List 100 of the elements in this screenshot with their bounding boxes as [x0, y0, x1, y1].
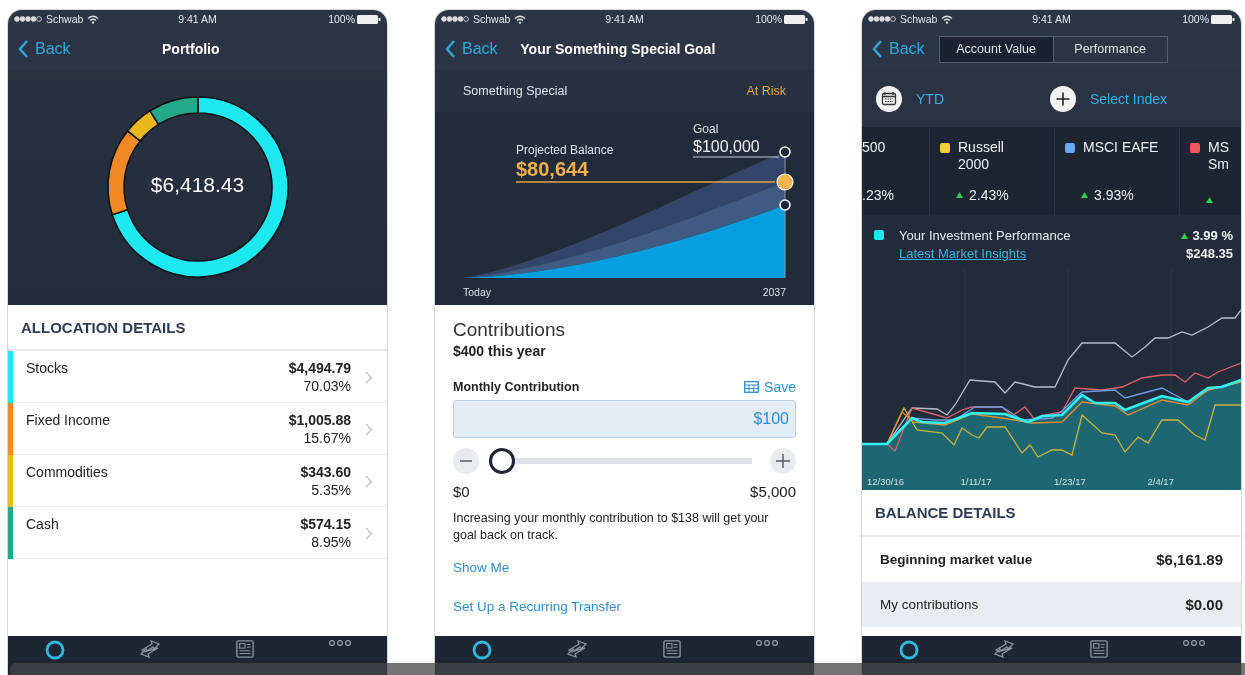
plus-icon: [776, 454, 790, 468]
back-button[interactable]: Back: [445, 40, 498, 58]
battery-percent: 100%: [328, 13, 355, 25]
period-button[interactable]: YTD: [876, 85, 1050, 112]
calendar-icon: [876, 85, 902, 112]
section-heading: ALLOCATION DETAILS: [21, 318, 186, 336]
date-axis-label: 2/4/17: [1147, 476, 1175, 487]
balance-value: $0.00: [1185, 596, 1223, 613]
save-button[interactable]: Save: [744, 379, 796, 395]
screen-title: Your Something Special Goal: [520, 41, 716, 57]
signal-icon: [868, 16, 896, 22]
category-amount: $574.15: [300, 515, 351, 533]
allocation-row[interactable]: Commodities $343.60 5.35%: [8, 455, 387, 507]
index-change: 2.43%: [969, 187, 1009, 203]
field-label: Monthly Contribution: [453, 380, 580, 394]
chevron-left-icon: [445, 40, 456, 58]
battery-percent: 100%: [755, 13, 782, 25]
advice-message: Increasing your monthly contribution to $138 will get your goal back on track.: [453, 510, 770, 544]
category-name: Cash: [25, 515, 60, 532]
slider-min-label: $0: [453, 483, 470, 500]
segment-tab[interactable]: Account Value: [939, 36, 1053, 62]
carrier-name: Schwab: [46, 13, 84, 25]
axis-label: 2037: [762, 286, 786, 298]
projected-balance-label: Projected Balance: [516, 143, 614, 157]
more-dots-icon[interactable]: [755, 640, 778, 646]
calendar-icon: [744, 381, 760, 393]
category-name: Fixed Income: [25, 411, 112, 428]
category-percent: 8.95%: [311, 533, 351, 551]
projected-balance-amount: $80,644: [516, 158, 589, 181]
balance-label: My contributions: [880, 597, 979, 612]
section-heading: BALANCE DETAILS: [875, 504, 1016, 521]
axis-label: Today: [463, 286, 492, 298]
back-label: Back: [889, 40, 925, 58]
ring-icon[interactable]: [899, 640, 920, 660]
text-link[interactable]: Set Up a Recurring Transfer: [453, 599, 622, 614]
back-button[interactable]: Back: [872, 40, 925, 58]
chevron-left-icon: [872, 40, 883, 58]
slider-max-label: $5,000: [750, 483, 796, 500]
status-time: 9:41 AM: [1032, 13, 1071, 25]
goal-label: Goal: [693, 122, 719, 136]
date-axis-label: 1/23/17: [1054, 476, 1087, 487]
allocation-row[interactable]: Stocks $4,494.79 70.03%: [8, 351, 387, 403]
category-percent: 15.67%: [303, 429, 351, 447]
back-label: Back: [462, 40, 498, 58]
index-name: MSCI EAFE: [1083, 139, 1159, 156]
battery-icon: [1211, 14, 1235, 24]
text-link[interactable]: Show Me: [453, 560, 510, 575]
balance-label: Beginning market value: [880, 552, 1033, 567]
goal-amount: $100,000: [693, 138, 760, 156]
screen-title: Portfolio: [162, 41, 220, 57]
goal-status: At Risk: [746, 84, 786, 98]
category-amount: $343.60: [300, 463, 351, 481]
ring-icon[interactable]: [45, 640, 66, 660]
status-time: 9:41 AM: [605, 13, 644, 25]
insights-link[interactable]: Latest Market Insights: [899, 245, 1027, 263]
index-name: Russell 2000: [958, 139, 1004, 173]
ring-icon[interactable]: [472, 640, 493, 660]
increase-button[interactable]: [770, 448, 796, 474]
slider-thumb[interactable]: [489, 448, 516, 474]
performance-change: 3.99 %: [1192, 227, 1233, 245]
category-name: Commodities: [25, 463, 109, 480]
battery-icon: [357, 14, 381, 24]
chevron-left-icon: [18, 40, 29, 58]
select-index-button[interactable]: Select Index: [1050, 85, 1224, 112]
newspaper-icon[interactable]: [1089, 640, 1108, 658]
decrease-button[interactable]: [453, 448, 479, 474]
wifi-icon: [87, 14, 100, 24]
more-dots-icon[interactable]: [1182, 640, 1205, 646]
date-axis-label: 1/11/17: [960, 476, 993, 487]
category-amount: $4,494.79: [288, 359, 351, 377]
newspaper-icon[interactable]: [662, 640, 681, 658]
carrier-name: Schwab: [900, 13, 938, 25]
contributions-heading: Contributions: [453, 319, 566, 341]
chevron-right-icon: [365, 527, 373, 540]
performance-amount: $248.35: [1186, 245, 1233, 263]
contribution-input[interactable]: $100: [453, 400, 796, 438]
status-time: 9:41 AM: [178, 13, 217, 25]
index-change: .23%: [862, 187, 894, 203]
chevron-right-icon: [365, 371, 373, 384]
chevron-right-icon: [365, 423, 373, 436]
more-dots-icon[interactable]: [328, 640, 351, 646]
swap-arrows-icon[interactable]: [565, 640, 590, 658]
back-button[interactable]: Back: [18, 40, 71, 58]
index-name: MS Sm: [1208, 139, 1229, 173]
allocation-row[interactable]: Cash $574.15 8.95%: [8, 507, 387, 559]
newspaper-icon[interactable]: [235, 640, 254, 658]
index-change: 3.93%: [1094, 187, 1134, 203]
battery-percent: 100%: [1182, 13, 1209, 25]
signal-icon: [441, 16, 469, 22]
goal-name: Something Special: [463, 84, 568, 98]
wifi-icon: [941, 14, 954, 24]
performance-title: Your Investment Performance: [899, 227, 1072, 245]
allocation-row[interactable]: Fixed Income $1,005.88 15.67%: [8, 403, 387, 455]
date-axis-label: 12/30/16: [867, 476, 905, 487]
battery-icon: [784, 14, 808, 24]
category-percent: 70.03%: [303, 377, 351, 395]
swap-arrows-icon[interactable]: [138, 640, 163, 658]
back-label: Back: [35, 40, 71, 58]
contributions-total: $400 this year: [453, 343, 547, 359]
swap-arrows-icon[interactable]: [992, 640, 1017, 658]
